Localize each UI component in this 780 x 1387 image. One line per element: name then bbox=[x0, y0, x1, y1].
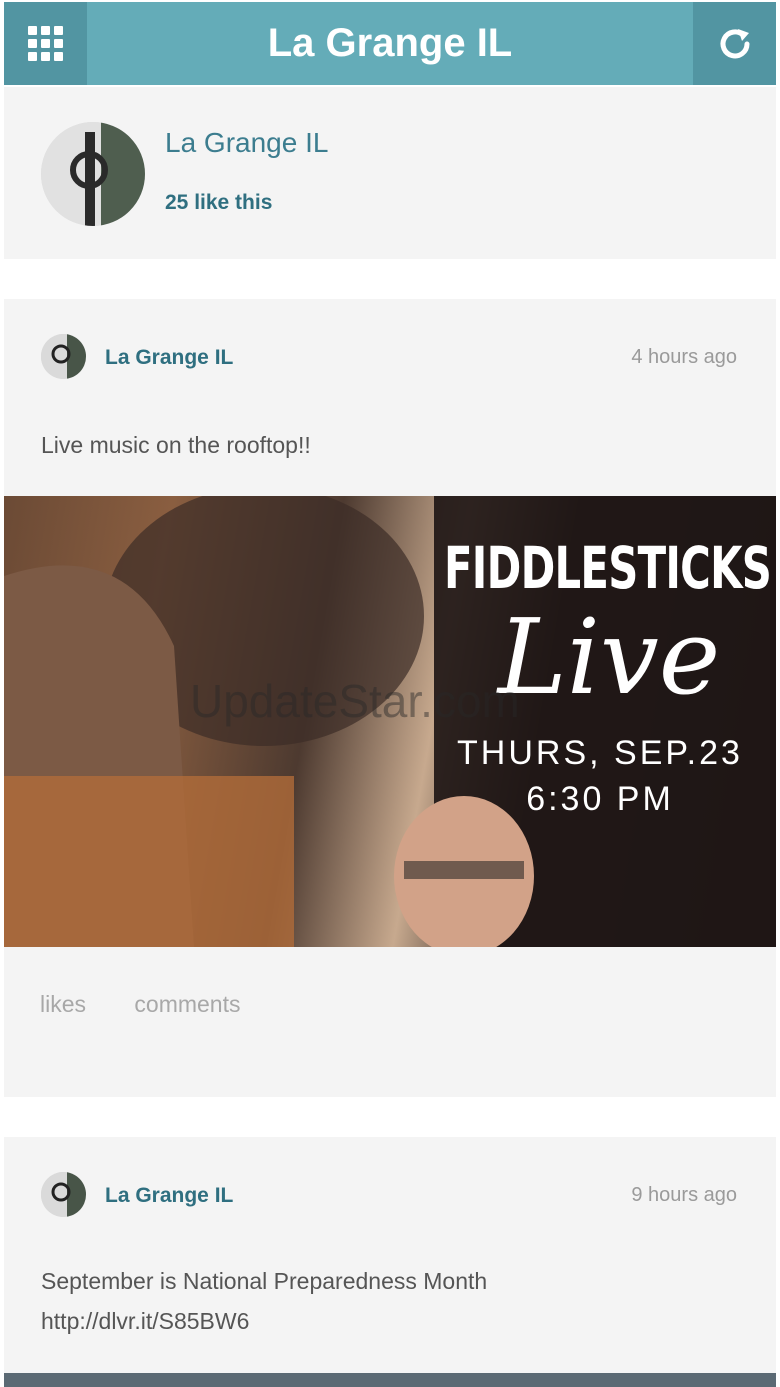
post-actions: likes comments bbox=[40, 991, 283, 1018]
post-timestamp: 4 hours ago bbox=[631, 346, 737, 368]
refresh-icon bbox=[720, 28, 749, 58]
post-timestamp: 9 hours ago bbox=[631, 1184, 737, 1206]
likes-link[interactable]: likes bbox=[40, 991, 86, 1017]
page-name-link[interactable]: La Grange IL bbox=[165, 127, 328, 159]
post-link[interactable]: http://dlvr.it/S85BW6 bbox=[41, 1301, 487, 1341]
page-like-count: 25 like this bbox=[165, 191, 273, 214]
top-app-bar: La Grange IL bbox=[4, 2, 776, 85]
post-image[interactable]: FIDDLESTICKS Live THURS, SEP.23 6:30 PM … bbox=[4, 496, 776, 947]
menu-button[interactable] bbox=[4, 2, 87, 85]
post-image[interactable] bbox=[4, 1373, 776, 1387]
app-title: La Grange IL bbox=[267, 21, 513, 65]
image-headline: FIDDLESTICKS bbox=[444, 534, 772, 602]
post-text: Live music on the rooftop!! bbox=[41, 432, 311, 458]
refresh-button[interactable] bbox=[693, 2, 776, 85]
post-card: La Grange IL 9 hours ago September is Na… bbox=[4, 1137, 776, 1387]
image-time: 6:30 PM bbox=[526, 780, 674, 818]
grid-menu-icon bbox=[28, 26, 63, 61]
comments-link[interactable]: comments bbox=[134, 991, 240, 1017]
image-date: THURS, SEP.23 bbox=[457, 734, 743, 772]
post-author-link[interactable]: La Grange IL bbox=[105, 346, 233, 370]
post-card: La Grange IL 4 hours ago Live music on t… bbox=[4, 299, 776, 1097]
author-avatar[interactable] bbox=[41, 334, 86, 379]
post-text: September is National Preparedness Month… bbox=[41, 1261, 487, 1341]
post-author-link[interactable]: La Grange IL bbox=[105, 1184, 233, 1208]
page-avatar[interactable] bbox=[41, 122, 145, 226]
author-avatar[interactable] bbox=[41, 1172, 86, 1217]
watermark: UpdateStar.com bbox=[190, 675, 520, 727]
image-script-text: Live bbox=[497, 596, 721, 718]
page-header-card: La Grange IL 25 like this bbox=[4, 87, 776, 259]
post-text-line: September is National Preparedness Month bbox=[41, 1268, 488, 1294]
